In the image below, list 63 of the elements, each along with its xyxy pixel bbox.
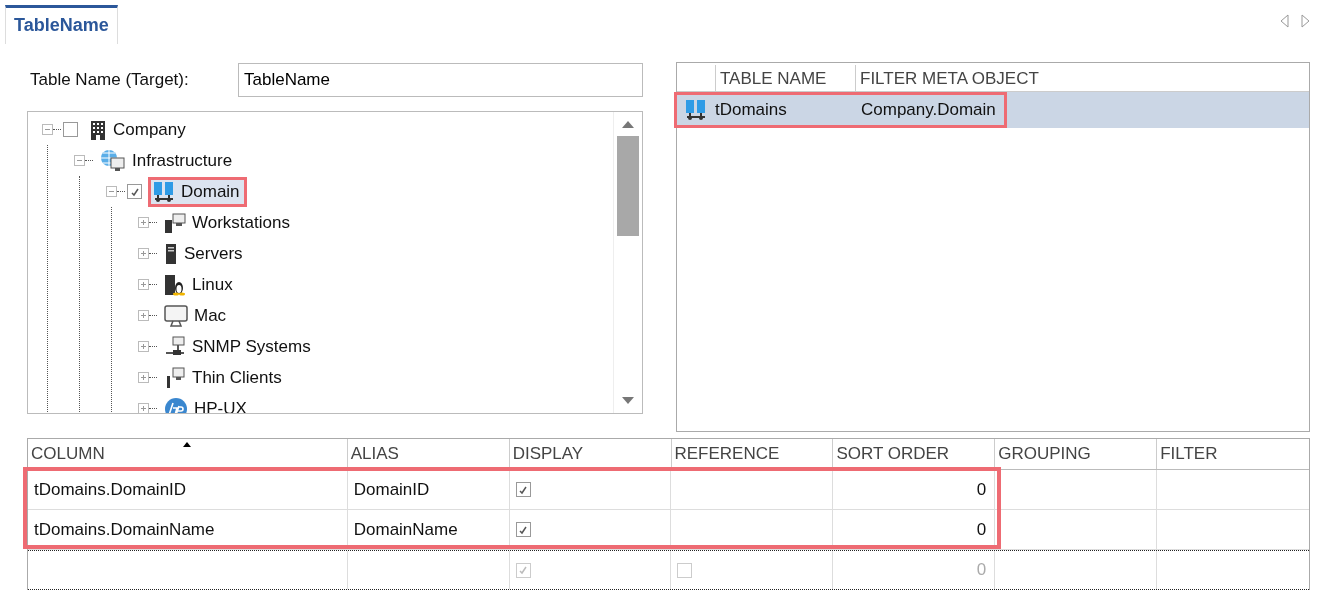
building-icon bbox=[89, 119, 107, 140]
globe-computer-icon bbox=[100, 148, 126, 173]
column-header[interactable]: TABLE NAME bbox=[715, 65, 855, 91]
column-header[interactable]: ALIAS bbox=[347, 439, 510, 469]
tree-item[interactable]: Servers bbox=[184, 243, 243, 264]
column-header[interactable]: GROUPING bbox=[995, 439, 1158, 469]
scroll-left-icon[interactable] bbox=[1280, 14, 1289, 28]
grid-cell: 0 bbox=[976, 479, 987, 500]
expand-icon[interactable] bbox=[138, 310, 149, 322]
column-header[interactable]: COLUMN bbox=[28, 439, 348, 469]
grid-cell: 0 bbox=[976, 519, 987, 540]
checkbox[interactable] bbox=[515, 562, 531, 578]
expand-icon[interactable] bbox=[138, 341, 149, 353]
column-header[interactable]: DISPLAY bbox=[509, 439, 672, 469]
checkbox[interactable] bbox=[127, 184, 142, 200]
tab[interactable]: TableName bbox=[5, 5, 118, 44]
expand-icon[interactable] bbox=[138, 372, 149, 384]
checkmark-icon bbox=[517, 564, 530, 576]
tree-item[interactable]: Mac bbox=[194, 305, 227, 326]
column-header[interactable]: FILTER bbox=[1157, 439, 1309, 469]
checkbox[interactable] bbox=[515, 482, 531, 497]
tree-item[interactable]: SNMP Systems bbox=[192, 336, 311, 357]
grid-cell: DomainID bbox=[353, 479, 430, 500]
table-cell[interactable]: tDomains bbox=[715, 100, 855, 120]
tree-item[interactable]: Company bbox=[113, 119, 186, 140]
scroll-up-icon[interactable] bbox=[622, 120, 634, 129]
server-icon bbox=[164, 242, 178, 265]
checkbox[interactable] bbox=[63, 122, 78, 138]
expand-icon[interactable] bbox=[138, 403, 149, 413]
collapse-icon[interactable] bbox=[74, 155, 85, 167]
workstation-icon bbox=[164, 211, 186, 234]
scrollbar[interactable] bbox=[613, 112, 642, 413]
grid-cell: DomainName bbox=[353, 519, 458, 540]
tree-item[interactable]: Linux bbox=[192, 274, 233, 295]
tree-item[interactable]: HP-UX bbox=[194, 398, 247, 413]
collapse-icon[interactable] bbox=[106, 186, 117, 198]
field-label: Table Name (Target): bbox=[29, 70, 190, 91]
tree-item[interactable]: Infrastructure bbox=[132, 150, 233, 171]
scroll-right-icon[interactable] bbox=[1301, 14, 1310, 28]
tree-item[interactable]: Thin Clients bbox=[192, 367, 282, 388]
scroll-down-icon[interactable] bbox=[622, 397, 634, 405]
checkbox[interactable] bbox=[677, 562, 693, 578]
table-name-field[interactable]: TableName bbox=[238, 63, 643, 98]
collapse-icon[interactable] bbox=[42, 124, 53, 136]
column-header[interactable]: SORT ORDER bbox=[833, 439, 996, 469]
grid-cell: 0 bbox=[976, 560, 987, 580]
network-computer-icon bbox=[164, 335, 186, 358]
grid-cell: tDomains.DomainID bbox=[34, 479, 187, 500]
checkbox[interactable] bbox=[515, 522, 531, 537]
tree-item[interactable]: Workstations bbox=[192, 212, 290, 233]
hp-logo-icon bbox=[164, 396, 188, 413]
table-cell[interactable]: Company.Domain bbox=[855, 100, 1004, 120]
server-penguin-icon bbox=[164, 273, 186, 296]
column-header[interactable]: REFERENCE bbox=[671, 439, 834, 469]
thin-client-icon bbox=[164, 366, 186, 389]
expand-icon[interactable] bbox=[138, 248, 149, 260]
servers-icon bbox=[685, 99, 707, 121]
grid-cell: tDomains.DomainName bbox=[34, 519, 215, 540]
monitor-icon bbox=[164, 304, 188, 327]
expand-icon[interactable] bbox=[138, 279, 149, 291]
expand-icon[interactable] bbox=[138, 217, 149, 229]
servers-icon bbox=[153, 180, 175, 203]
column-header[interactable]: FILTER META OBJECT bbox=[855, 65, 1309, 91]
